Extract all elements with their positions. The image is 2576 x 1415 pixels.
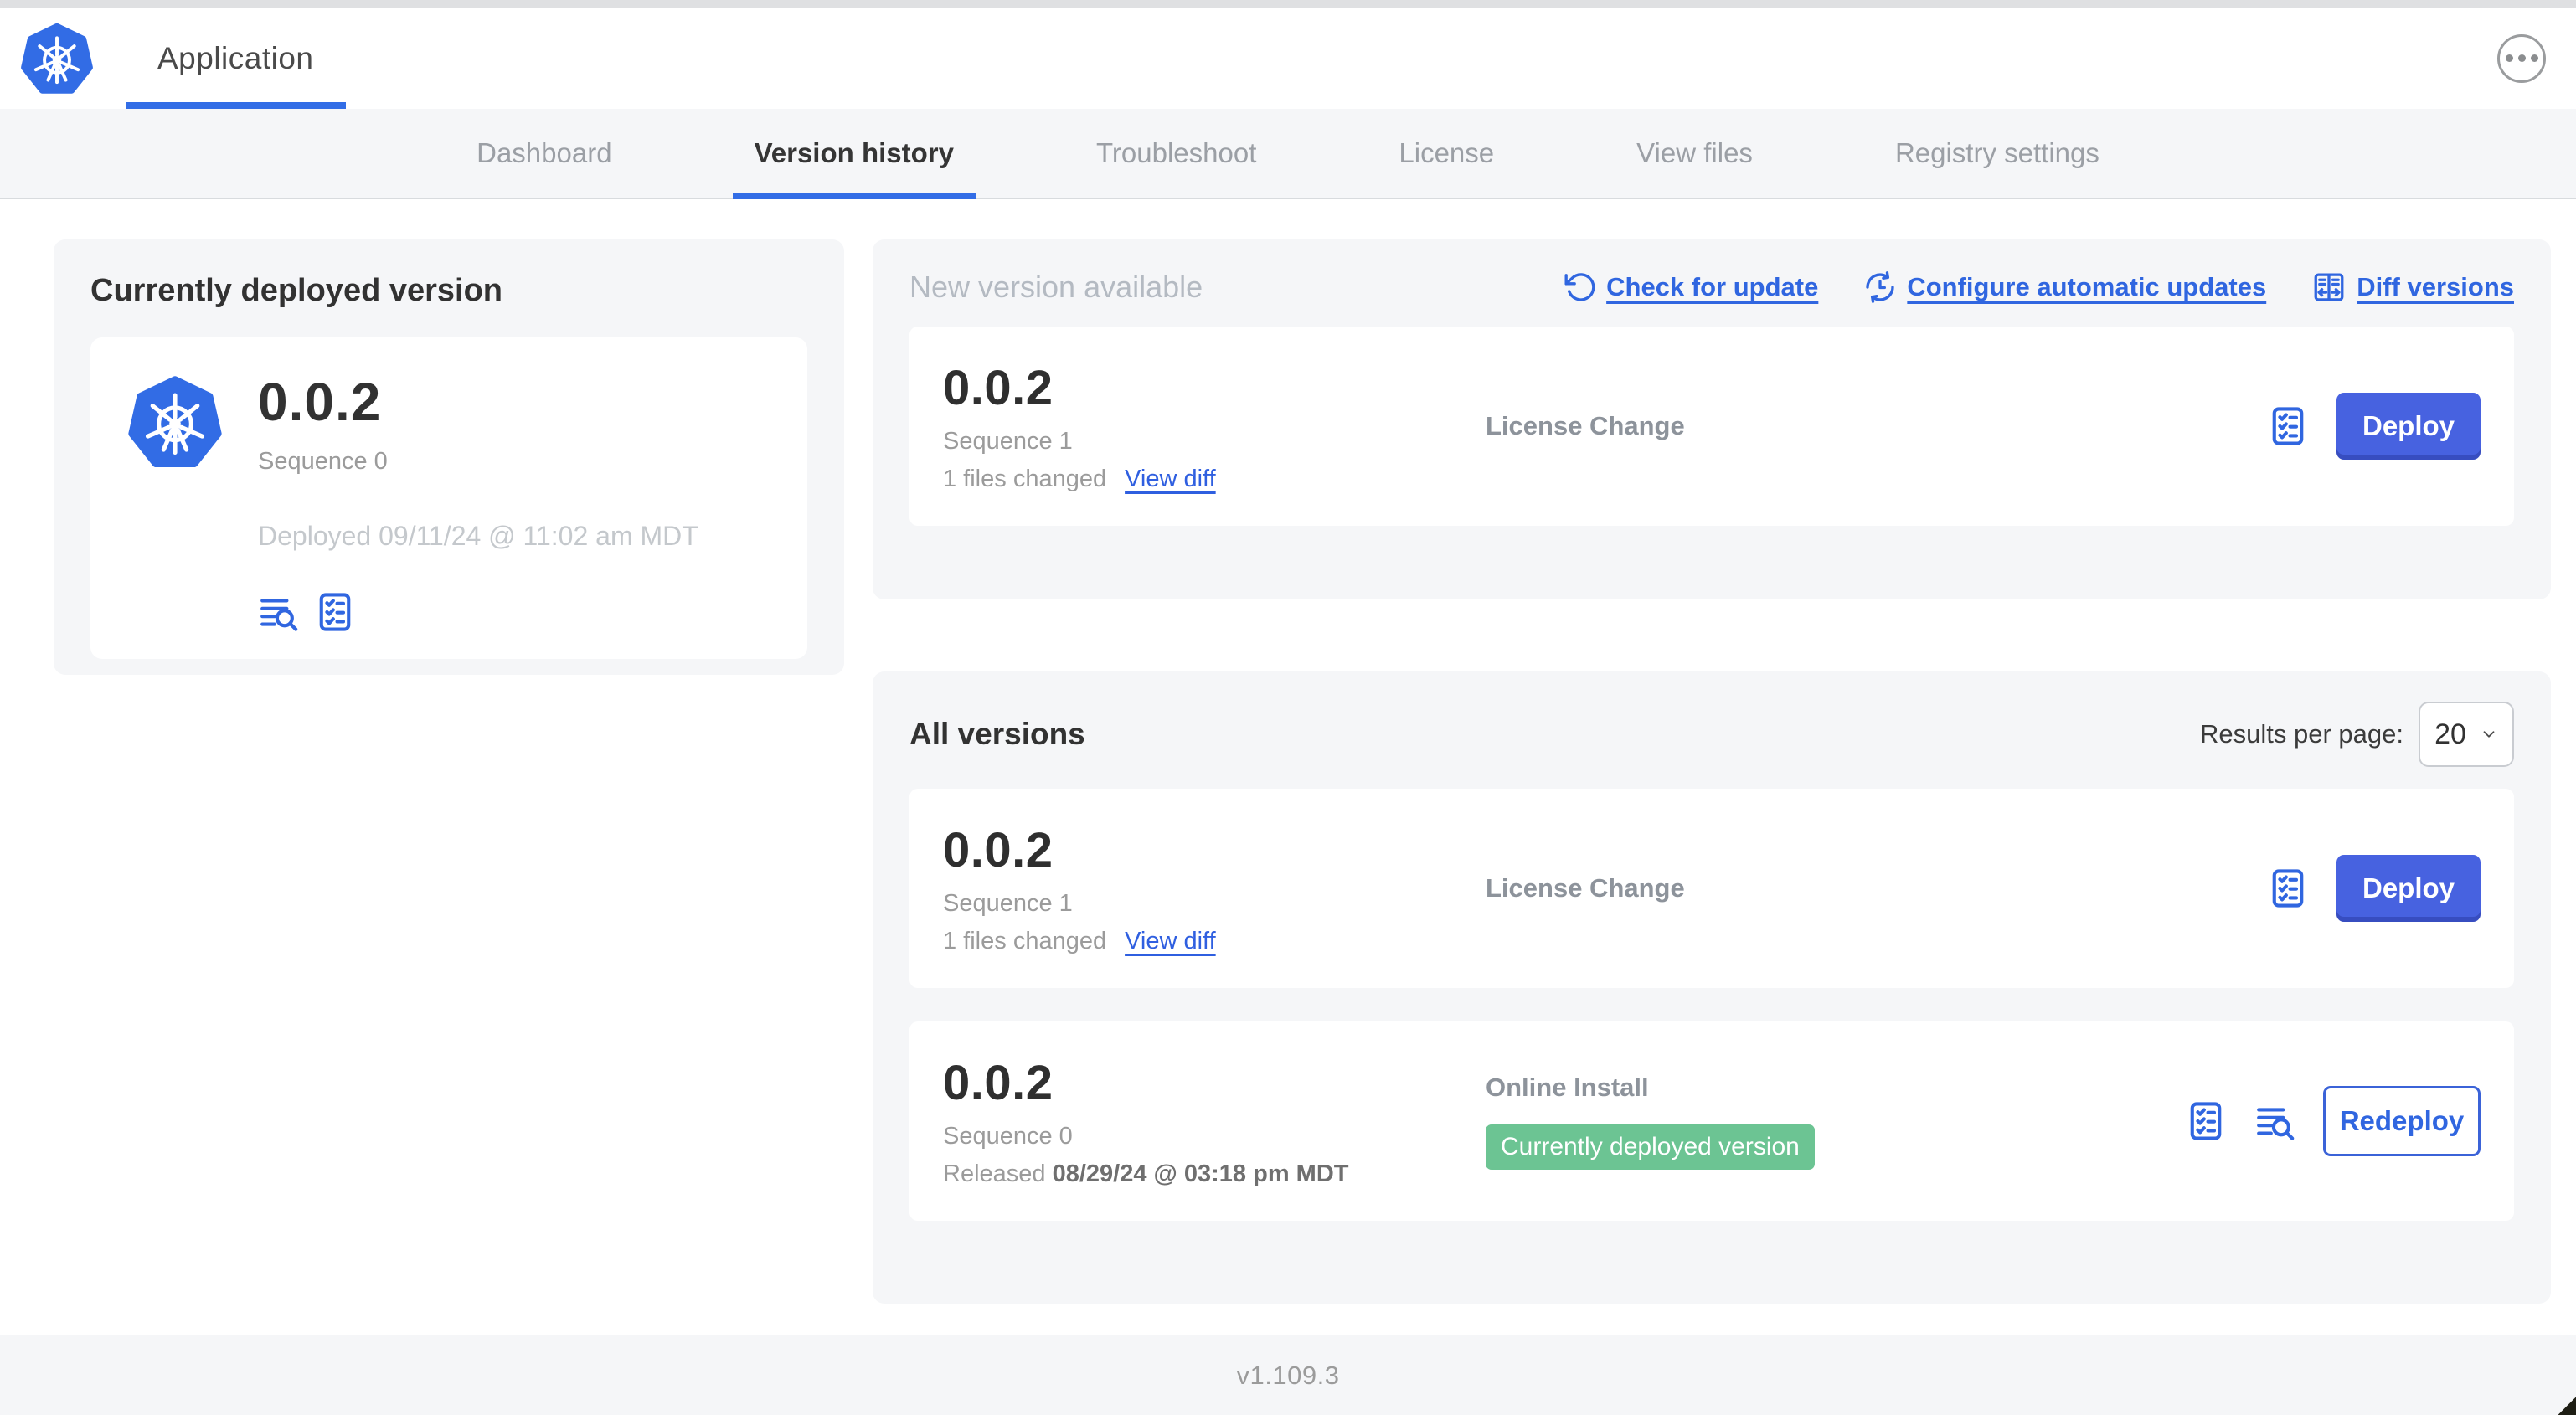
deployed-version-info: 0.0.2 Sequence 0 Deployed 09/11/24 @ 11:… [258, 371, 698, 634]
rows-gap [909, 988, 2514, 1021]
logs-icon[interactable] [258, 591, 300, 633]
source-label: Online Install [1486, 1073, 1649, 1102]
main-content: Currently deployed version 0.0.2 Sequenc… [0, 199, 2576, 1335]
version-row-sequence-0: 0.0.2 Sequence 0 Released 08/29/24 @ 03:… [909, 1021, 2514, 1221]
app-footer: v1.109.3 [0, 1335, 2576, 1415]
version-source: License Change [1486, 411, 2266, 441]
view-diff-link[interactable]: View diff [1125, 466, 1216, 493]
kots-version: v1.109.3 [1236, 1360, 1340, 1390]
preflight-checklist-icon[interactable] [313, 590, 357, 634]
deployed-version-card: 0.0.2 Sequence 0 Deployed 09/11/24 @ 11:… [90, 337, 807, 659]
app-tab-active-underline [126, 102, 346, 109]
app-subnav: Dashboard Version history Troubleshoot L… [0, 109, 2576, 199]
all-versions-header: All versions Results per page: 20 [909, 702, 2514, 767]
all-versions-title: All versions [909, 717, 1085, 751]
version-info: 0.0.2 Sequence 1 1 files changed View di… [943, 360, 1486, 493]
tab-version-history[interactable]: Version history [732, 109, 976, 199]
currently-deployed-card: Currently deployed version 0.0.2 Sequenc… [54, 239, 844, 675]
more-menu-button[interactable] [2497, 33, 2546, 83]
kots-admin-page: Application Dashboard Version history Tr… [0, 0, 2576, 1415]
auto-update-clock-icon [1866, 271, 1895, 303]
app-tab-application[interactable]: Application [126, 8, 346, 109]
tab-dashboard[interactable]: Dashboard [455, 109, 633, 198]
active-tab-underline [732, 193, 976, 199]
preflight-checklist-icon[interactable] [2266, 404, 2310, 448]
window-top-strip [0, 0, 2576, 8]
deployed-version-actions [258, 590, 698, 634]
version-row-sequence-1: 0.0.2 Sequence 1 1 files changed View di… [909, 789, 2514, 988]
version-number: 0.0.2 [943, 822, 1054, 877]
app-header: Application [0, 8, 2576, 109]
version-sequence: Sequence 1 [943, 889, 1073, 917]
preflight-checklist-icon[interactable] [2184, 1099, 2228, 1143]
configure-automatic-updates-link[interactable]: Configure automatic updates [1863, 270, 2266, 304]
deployed-version-number: 0.0.2 [258, 372, 382, 432]
tab-license[interactable]: License [1377, 109, 1516, 198]
ellipsis-icon [2505, 54, 2513, 62]
tab-registry-settings[interactable]: Registry settings [1873, 109, 2121, 198]
version-actions: Deploy [2266, 855, 2481, 922]
new-version-title: New version available [909, 270, 1203, 304]
released-timestamp: 08/29/24 @ 03:18 pm MDT [1052, 1160, 1349, 1187]
deployed-sequence: Sequence 0 [258, 448, 388, 475]
currently-deployed-badge: Currently deployed version [1486, 1124, 1815, 1170]
logs-icon[interactable] [2254, 1100, 2296, 1142]
version-number: 0.0.2 [943, 360, 1054, 415]
chevron-down-icon [2480, 725, 2498, 744]
released-prefix: Released [943, 1160, 1046, 1187]
version-source: Online Install Currently deployed versio… [1486, 1073, 2184, 1170]
kubernetes-logo-icon [20, 22, 94, 95]
version-sequence: Sequence 1 [943, 427, 1073, 455]
version-sequence: Sequence 0 [943, 1122, 1073, 1150]
new-version-header: New version available Check for update C… [909, 270, 2514, 305]
version-actions: Deploy [2266, 393, 2481, 460]
results-per-page-select[interactable]: 20 [2419, 702, 2514, 767]
deploy-button[interactable]: Deploy [2336, 393, 2481, 460]
deployed-timestamp: Deployed 09/11/24 @ 11:02 am MDT [258, 521, 698, 551]
results-per-page-label: Results per page: [2200, 719, 2403, 749]
tab-troubleshoot[interactable]: Troubleshoot [1074, 109, 1278, 198]
results-per-page: Results per page: 20 [2200, 702, 2514, 767]
source-label: License Change [1486, 411, 1685, 440]
app-tab-label: Application [157, 40, 314, 75]
version-info: 0.0.2 Sequence 1 1 files changed View di… [943, 822, 1486, 955]
version-info: 0.0.2 Sequence 0 Released 08/29/24 @ 03:… [943, 1055, 1486, 1188]
rotate-ccw-icon [1564, 273, 1595, 301]
kubernetes-app-icon [127, 374, 223, 470]
view-diff-link[interactable]: View diff [1125, 928, 1216, 955]
diff-columns-icon [2314, 273, 2344, 301]
new-version-panel: New version available Check for update C… [873, 239, 2551, 599]
preflight-checklist-icon[interactable] [2266, 867, 2310, 910]
all-versions-panel: All versions Results per page: 20 0.0.2 … [873, 671, 2551, 1304]
version-number: 0.0.2 [943, 1055, 1054, 1110]
check-for-update-link[interactable]: Check for update [1563, 270, 1818, 304]
version-actions: Redeploy [2184, 1086, 2481, 1156]
deploy-button[interactable]: Deploy [2336, 855, 2481, 922]
currently-deployed-title: Currently deployed version [90, 273, 503, 308]
update-actions: Check for update Configure automatic upd… [1563, 270, 2514, 305]
version-source: License Change [1486, 873, 2266, 903]
source-label: License Change [1486, 873, 1685, 903]
diff-versions-link[interactable]: Diff versions [2311, 270, 2514, 305]
right-column: New version available Check for update C… [873, 239, 2551, 1304]
files-changed-text: 1 files changed [943, 465, 1107, 492]
redeploy-button[interactable]: Redeploy [2323, 1086, 2481, 1156]
tab-view-files[interactable]: View files [1615, 109, 1775, 198]
new-version-row: 0.0.2 Sequence 1 1 files changed View di… [909, 327, 2514, 526]
files-changed-text: 1 files changed [943, 927, 1107, 954]
